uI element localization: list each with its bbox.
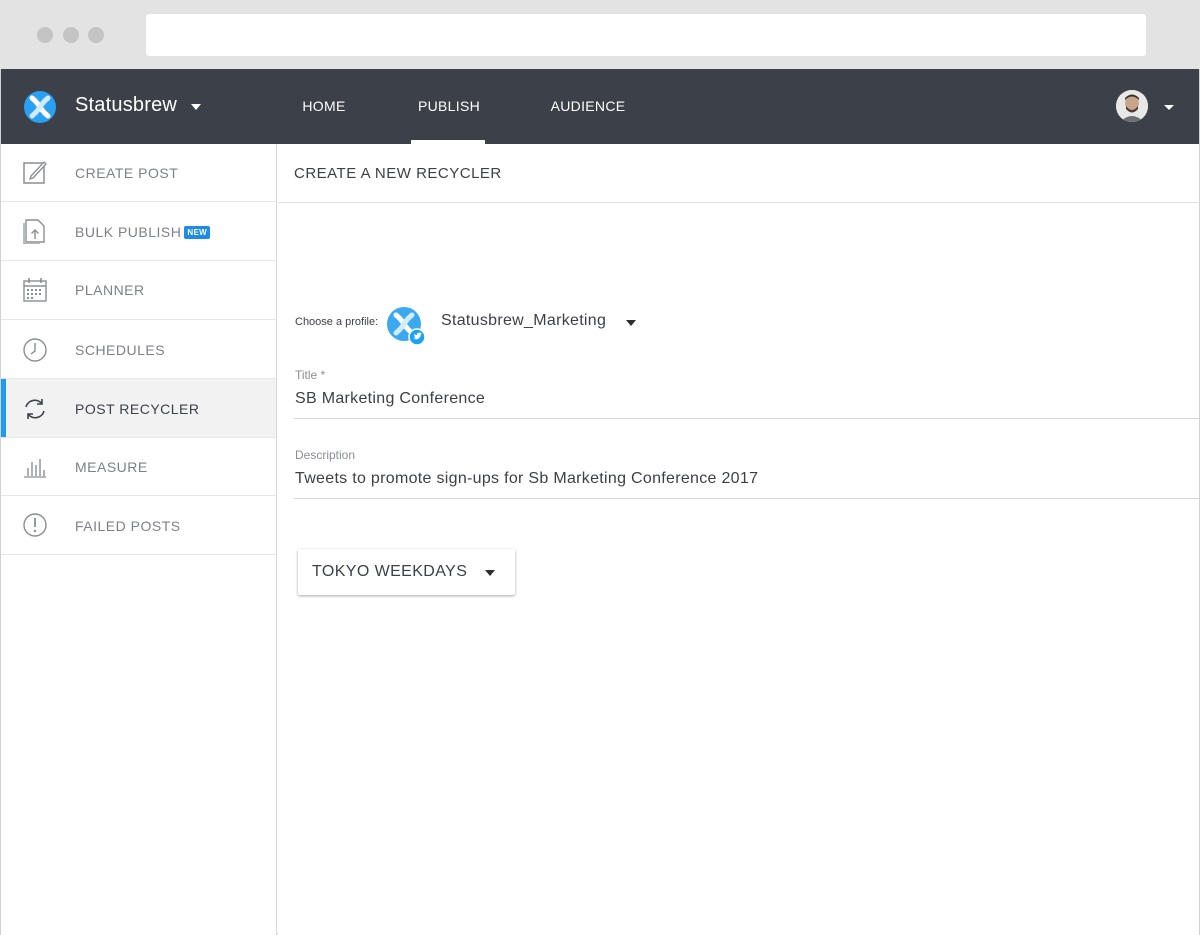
- window-maximize-dot[interactable]: [88, 27, 104, 43]
- window-close-dot[interactable]: [37, 27, 53, 43]
- user-avatar[interactable]: [1116, 90, 1148, 122]
- title-label: Title *: [295, 368, 326, 382]
- sidebar-item-label: PLANNER: [75, 282, 145, 298]
- schedule-dropdown-caret-icon: [485, 570, 495, 576]
- address-bar[interactable]: [146, 14, 1146, 56]
- sidebar-item-measure[interactable]: MEASURE: [1, 438, 276, 496]
- nav-publish[interactable]: PUBLISH: [411, 69, 487, 144]
- sidebar-item-failed-posts[interactable]: FAILED POSTS: [1, 496, 276, 555]
- sidebar-item-label: CREATE POST: [75, 165, 179, 181]
- clock-icon: [23, 338, 47, 362]
- edit-icon: [23, 161, 47, 184]
- browser-chrome: [0, 0, 1200, 69]
- sidebar-item-create-post[interactable]: CREATE POST: [1, 144, 276, 202]
- main-content: CREATE A NEW RECYCLER Choose a profile: …: [278, 144, 1199, 935]
- description-label: Description: [295, 448, 356, 462]
- sidebar-item-label: SCHEDULES: [75, 342, 166, 358]
- sidebar-item-planner[interactable]: PLANNER: [1, 261, 276, 320]
- sidebar-item-label: BULK PUBLISH: [75, 224, 182, 240]
- top-navigation: Statusbrew HOME PUBLISH AUDIENCE: [1, 69, 1199, 144]
- profile-select[interactable]: Statusbrew_Marketing: [441, 312, 606, 330]
- profile-dropdown-caret-icon[interactable]: [626, 320, 636, 326]
- sidebar-item-label-wrap: BULK PUBLISH NEW: [75, 224, 210, 240]
- description-input-underline: [294, 498, 1199, 499]
- sidebar: CREATE POST BULK PUBLISH NEW PLANNER SCH…: [1, 144, 277, 935]
- document-upload-icon: [23, 219, 45, 244]
- recycle-icon: [25, 399, 45, 419]
- statusbrew-logo-icon[interactable]: [23, 90, 57, 124]
- sidebar-item-label: MEASURE: [75, 459, 148, 475]
- user-avatar-icon: [1116, 90, 1148, 122]
- sidebar-item-schedules[interactable]: SCHEDULES: [1, 320, 276, 379]
- sidebar-item-label: POST RECYCLER: [75, 401, 200, 417]
- bar-chart-icon: [24, 459, 46, 478]
- page-header: CREATE A NEW RECYCLER: [278, 144, 1199, 203]
- title-input-underline: [294, 418, 1199, 419]
- brand-dropdown-caret-icon[interactable]: [191, 104, 201, 110]
- sidebar-item-label: FAILED POSTS: [75, 518, 181, 534]
- profile-label: Choose a profile:: [295, 316, 379, 328]
- profile-avatar-icon[interactable]: [386, 306, 426, 346]
- schedule-dropdown[interactable]: TOKYO WEEKDAYS: [298, 549, 515, 595]
- page-title: CREATE A NEW RECYCLER: [294, 165, 502, 182]
- nav-audience[interactable]: AUDIENCE: [541, 69, 635, 144]
- app-frame: Statusbrew HOME PUBLISH AUDIENCE CREATE …: [0, 69, 1200, 935]
- user-menu-caret-icon[interactable]: [1164, 105, 1174, 110]
- nav-home[interactable]: HOME: [283, 69, 365, 144]
- title-input[interactable]: SB Marketing Conference: [295, 390, 485, 408]
- new-badge: NEW: [184, 226, 210, 239]
- sidebar-item-bulk-publish[interactable]: BULK PUBLISH NEW: [1, 202, 276, 261]
- brand-name[interactable]: Statusbrew: [75, 94, 177, 117]
- description-input[interactable]: Tweets to promote sign-ups for Sb Market…: [295, 470, 758, 488]
- schedule-dropdown-label: TOKYO WEEKDAYS: [312, 563, 468, 580]
- alert-circle-icon: [23, 513, 47, 537]
- calendar-icon: [23, 278, 47, 302]
- sidebar-item-post-recycler[interactable]: POST RECYCLER: [1, 379, 276, 438]
- window-minimize-dot[interactable]: [63, 27, 79, 43]
